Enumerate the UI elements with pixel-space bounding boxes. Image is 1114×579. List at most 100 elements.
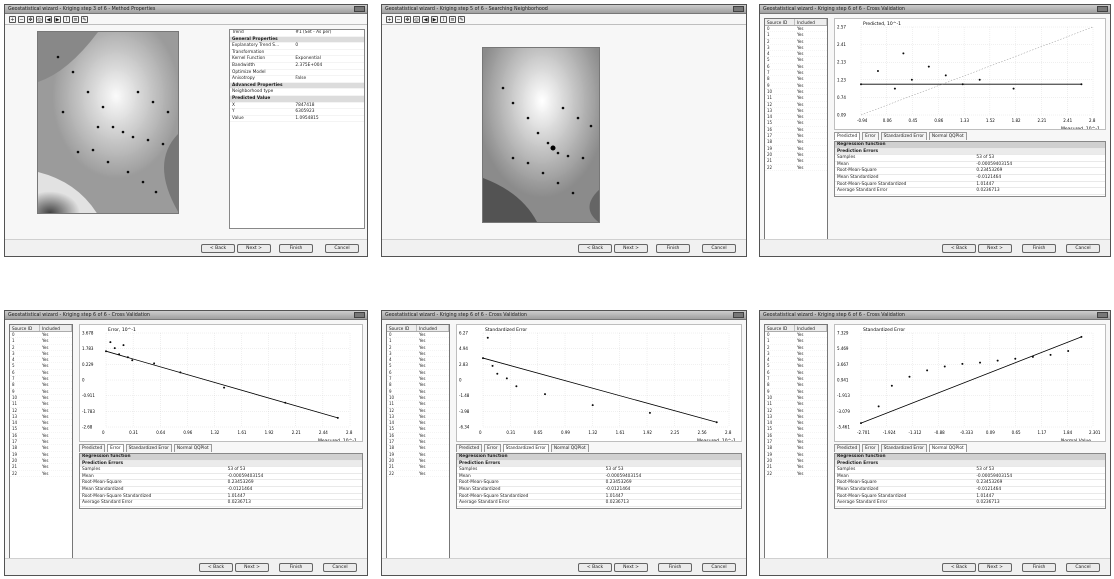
close-icon[interactable] (733, 6, 744, 12)
finish-button[interactable]: Finish (656, 244, 690, 253)
tab-normal-qqplot[interactable]: Normal QQPlot (550, 444, 589, 452)
data-point[interactable] (1067, 350, 1070, 353)
tab-error[interactable]: Error (862, 444, 879, 452)
cancel-button[interactable]: Cancel (1066, 563, 1100, 572)
finish-button[interactable]: Finish (279, 244, 313, 253)
zoom-in-icon[interactable]: + (386, 15, 393, 23)
data-point[interactable] (996, 359, 999, 362)
data-point[interactable] (908, 375, 911, 378)
data-point[interactable] (482, 357, 484, 360)
cancel-button[interactable]: Cancel (702, 244, 736, 253)
table-row[interactable]: 22 Yes (387, 471, 449, 477)
full-extent-icon[interactable]: ◎ (36, 15, 43, 23)
data-point[interactable] (336, 416, 339, 419)
zoom-out-icon[interactable]: − (395, 15, 402, 23)
regression-function-row[interactable]: Regression function (835, 454, 1105, 461)
data-point[interactable] (126, 356, 129, 359)
property-row[interactable]: Neighborhood type (230, 89, 364, 96)
data-point[interactable] (715, 421, 718, 424)
data-point[interactable] (893, 87, 896, 90)
data-point[interactable] (860, 422, 862, 425)
tools-icon[interactable]: ✎ (458, 15, 465, 23)
data-point[interactable] (926, 369, 929, 372)
property-row[interactable]: Y 6305923 (230, 109, 364, 116)
next-button[interactable]: Next > (978, 563, 1012, 572)
zoom-out-icon[interactable]: − (18, 15, 25, 23)
data-point[interactable] (505, 377, 508, 380)
next-button[interactable]: Next > (235, 563, 269, 572)
data-point[interactable] (284, 401, 287, 404)
back-button[interactable]: < Back (201, 244, 235, 253)
data-point[interactable] (890, 384, 893, 387)
tab-predicted[interactable]: Predicted (834, 444, 861, 452)
cancel-button[interactable]: Cancel (702, 563, 736, 572)
tab-error[interactable]: Error (484, 444, 501, 452)
back-button[interactable]: < Back (199, 563, 233, 572)
back-button[interactable]: < Back (578, 563, 612, 572)
neighborhood-map[interactable] (482, 47, 600, 223)
data-point[interactable] (961, 362, 964, 365)
finish-button[interactable]: Finish (279, 563, 313, 572)
column-header-included[interactable]: Included (795, 19, 827, 25)
tab-standardized-error[interactable]: Standardized Error (502, 444, 549, 452)
finish-button[interactable]: Finish (658, 563, 692, 572)
data-point[interactable] (131, 359, 134, 362)
data-point[interactable] (979, 361, 982, 364)
zoom-in-icon[interactable]: + (9, 15, 16, 23)
data-point[interactable] (109, 341, 112, 344)
back-button[interactable]: < Back (942, 244, 976, 253)
cross-validation-plot[interactable]: Error, 10^-1 Measured, 10^-1 3.678 1.783 0.2… (79, 324, 363, 444)
data-point[interactable] (943, 365, 946, 368)
table-row[interactable]: 22 Yes (765, 471, 827, 477)
column-header-source-id[interactable]: Source ID (765, 325, 795, 331)
cross-validation-table[interactable]: Source ID Included 0 Yes 1 Yes 2 Yes 3 Yes 4 Yes 5 Ye… (764, 324, 828, 560)
back-button[interactable]: < Back (942, 563, 976, 572)
tab-error[interactable]: Error (107, 444, 124, 452)
finish-button[interactable]: Finish (1022, 563, 1056, 572)
tab-predicted[interactable]: Predicted (79, 444, 106, 452)
table-row[interactable]: 22 Yes (10, 471, 72, 477)
table-row[interactable]: 22 Yes (765, 165, 827, 171)
close-icon[interactable] (354, 6, 365, 12)
tools-icon[interactable]: ✎ (81, 15, 88, 23)
data-point[interactable] (876, 70, 879, 72)
column-header-source-id[interactable]: Source ID (387, 325, 417, 331)
regression-function-row[interactable]: Regression function (457, 454, 741, 461)
data-point[interactable] (153, 362, 156, 365)
data-point[interactable] (1012, 87, 1015, 90)
layers-icon[interactable]: ≡ (449, 15, 456, 23)
tab-normal-qqplot[interactable]: Normal QQPlot (173, 444, 212, 452)
data-point[interactable] (1049, 353, 1052, 356)
identify-icon[interactable]: i (440, 15, 447, 23)
data-point[interactable] (902, 52, 905, 55)
data-point[interactable] (944, 74, 947, 77)
data-point[interactable] (105, 350, 107, 353)
data-point[interactable] (648, 411, 651, 414)
data-point[interactable] (910, 78, 913, 81)
cross-validation-plot[interactable]: Predicted, 10^-1 Measured, 10^-1 2.57 2.41 2… (834, 18, 1106, 132)
data-point[interactable] (961, 83, 964, 86)
next-button[interactable]: Next > (237, 244, 271, 253)
column-header-source-id[interactable]: Source ID (10, 325, 40, 331)
data-point[interactable] (122, 344, 125, 347)
data-point[interactable] (860, 83, 862, 86)
property-row[interactable]: Kernel Function Exponential (230, 56, 364, 63)
cancel-button[interactable]: Cancel (1066, 244, 1100, 253)
next-button[interactable]: Next > (614, 244, 648, 253)
tab-error[interactable]: Error (862, 132, 879, 140)
tab-predicted[interactable]: Predicted (456, 444, 483, 452)
data-point[interactable] (591, 404, 594, 407)
tab-standardized-error[interactable]: Standardized Error (880, 132, 927, 140)
next-button[interactable]: Next > (614, 563, 648, 572)
cross-validation-table[interactable]: Source ID Included 0 Yes 1 Yes 2 Yes 3 Yes 4 Yes 5 Ye… (9, 324, 73, 560)
pan-icon[interactable]: ✥ (27, 15, 34, 23)
layers-icon[interactable]: ≡ (72, 15, 79, 23)
tab-normal-qqplot[interactable]: Normal QQPlot (928, 444, 967, 452)
data-point[interactable] (1080, 83, 1083, 86)
data-point[interactable] (877, 405, 880, 408)
column-header-included[interactable]: Included (40, 325, 72, 331)
data-point[interactable] (1031, 355, 1034, 358)
tab-normal-qqplot[interactable]: Normal QQPlot (928, 132, 967, 140)
property-row[interactable]: Value 1.0954815 (230, 116, 364, 123)
close-icon[interactable] (1097, 6, 1108, 12)
